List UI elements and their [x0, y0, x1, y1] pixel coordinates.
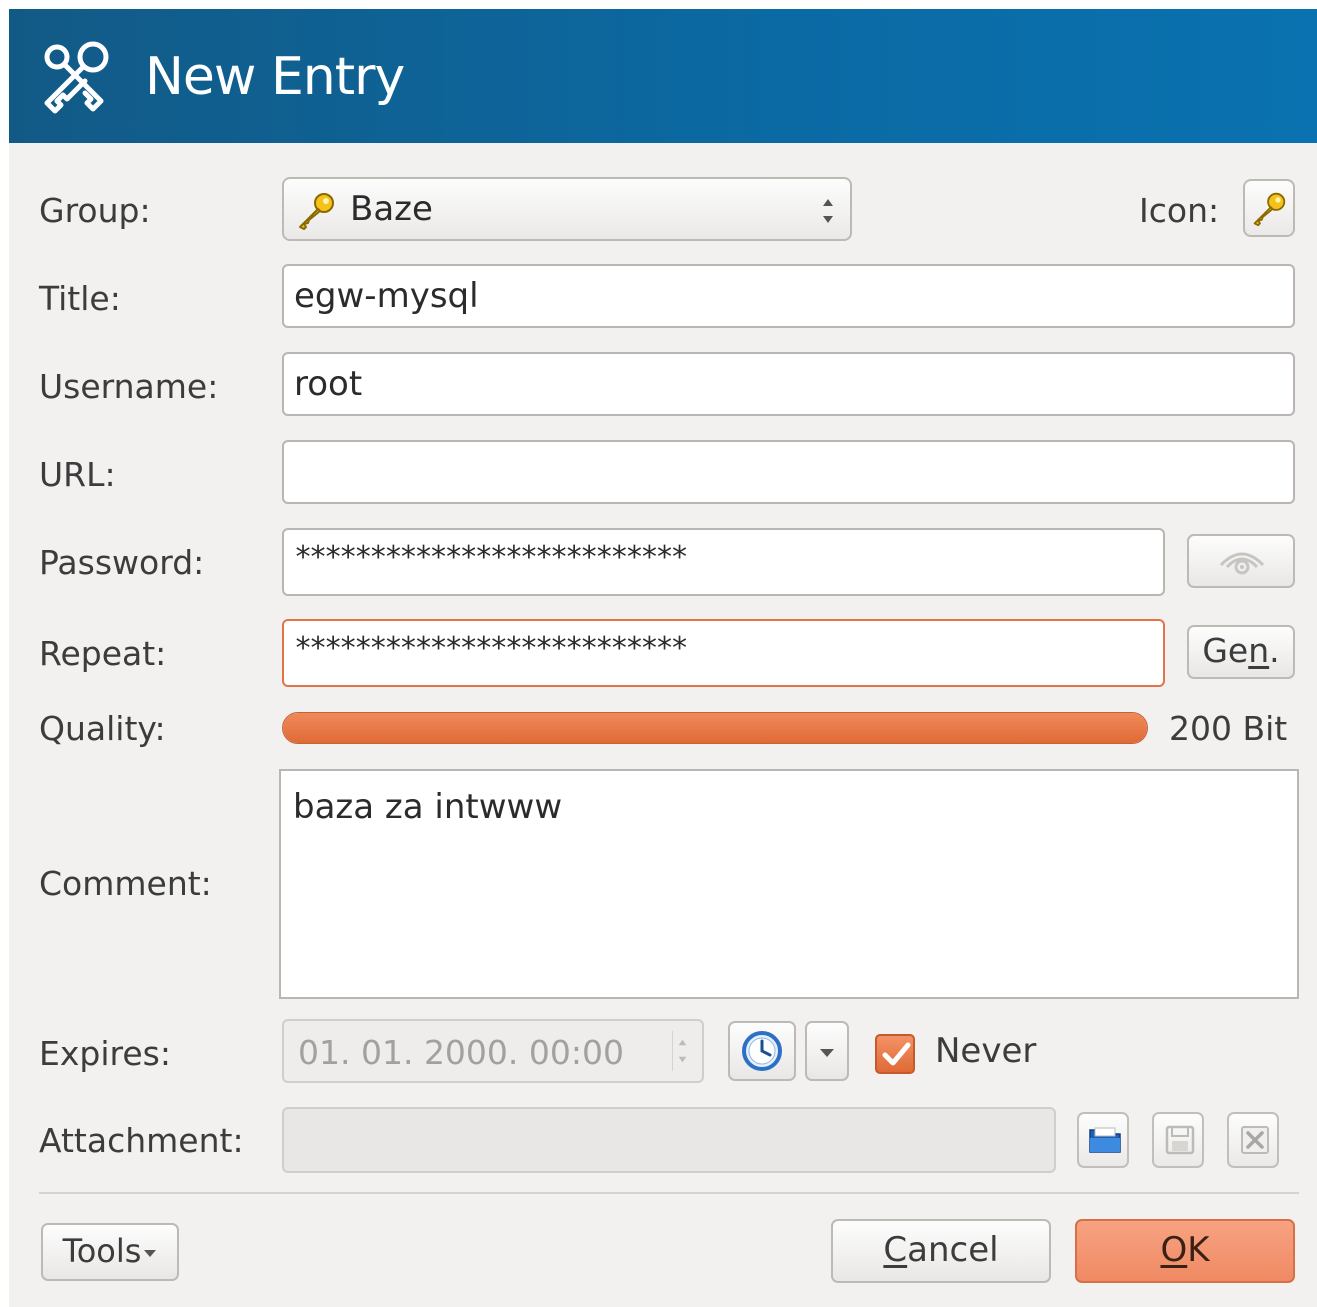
- ok-mnemonic: O: [1160, 1230, 1188, 1270]
- username-label: Username:: [39, 367, 219, 406]
- comment-textarea[interactable]: baza za intwww: [279, 769, 1299, 999]
- never-checkbox[interactable]: [875, 1034, 915, 1074]
- updown-arrows-icon: [823, 199, 833, 223]
- folder-open-icon: [1089, 1127, 1121, 1153]
- password-input[interactable]: **************************: [282, 528, 1165, 596]
- chevron-down-icon: [820, 1049, 834, 1057]
- expires-label: Expires:: [39, 1034, 171, 1073]
- spin-arrows-icon: [672, 1031, 687, 1071]
- quality-value: 200 Bit: [1169, 709, 1288, 748]
- save-attachment-button[interactable]: [1152, 1112, 1204, 1168]
- cancel-button[interactable]: Cancel: [831, 1219, 1051, 1283]
- new-entry-dialog: New Entry Group: Baze Icon: Title: egw-m…: [9, 9, 1317, 1307]
- comment-label: Comment:: [39, 864, 212, 903]
- clock-icon: [742, 1031, 782, 1071]
- open-attachment-button[interactable]: [1077, 1112, 1129, 1168]
- gen-label-mnemonic: n: [1248, 631, 1270, 670]
- preset-dropdown-button[interactable]: [805, 1021, 849, 1081]
- delete-icon: [1241, 1126, 1269, 1154]
- tools-button[interactable]: Tools: [41, 1223, 179, 1281]
- url-label: URL:: [39, 455, 116, 494]
- quality-label: Quality:: [39, 709, 166, 748]
- comment-value: baza za intwww: [293, 787, 563, 827]
- keys-icon: [44, 41, 109, 114]
- icon-label: Icon:: [1139, 191, 1220, 230]
- toggle-password-visibility-button[interactable]: [1187, 534, 1295, 588]
- key-icon: [1253, 192, 1286, 227]
- title-value: egw-mysql: [294, 276, 479, 316]
- chevron-down-icon: [144, 1250, 157, 1257]
- cancel-label: ancel: [907, 1230, 999, 1270]
- never-label[interactable]: Never: [935, 1031, 1036, 1071]
- url-input[interactable]: [282, 440, 1295, 504]
- calendar-button[interactable]: [728, 1021, 796, 1081]
- repeat-value: **************************: [294, 631, 689, 666]
- footer-separator: [39, 1192, 1299, 1194]
- save-icon: [1165, 1125, 1195, 1155]
- attachment-field: [282, 1107, 1056, 1173]
- generate-password-button[interactable]: Gen.: [1187, 625, 1295, 679]
- password-label: Password:: [39, 543, 205, 582]
- repeat-password-input[interactable]: **************************: [282, 619, 1165, 687]
- group-label: Group:: [39, 191, 151, 230]
- gen-label-prefix: Ge: [1202, 631, 1249, 670]
- password-value: **************************: [294, 540, 689, 575]
- cancel-mnemonic: C: [883, 1230, 908, 1270]
- dialog-header: New Entry: [9, 9, 1317, 143]
- ok-button[interactable]: OK: [1075, 1219, 1295, 1283]
- quality-bar-fill: [283, 713, 1147, 743]
- username-input[interactable]: root: [282, 352, 1295, 416]
- tools-label: Tools: [62, 1232, 142, 1270]
- title-input[interactable]: egw-mysql: [282, 264, 1295, 328]
- ok-label: K: [1187, 1230, 1210, 1270]
- eye-icon: [1219, 552, 1265, 575]
- checkmark-icon: [882, 1042, 911, 1066]
- expires-value: 01. 01. 2000. 00:00: [298, 1033, 625, 1072]
- title-label: Title:: [39, 279, 121, 318]
- gen-label-suffix: .: [1269, 631, 1280, 670]
- repeat-label: Repeat:: [39, 634, 167, 673]
- group-value: Baze: [350, 189, 433, 229]
- group-combobox[interactable]: Baze: [282, 177, 852, 241]
- expires-datetime-input: 01. 01. 2000. 00:00: [282, 1019, 704, 1083]
- delete-attachment-button[interactable]: [1227, 1112, 1279, 1168]
- quality-bar: [282, 712, 1148, 744]
- dialog-title: New Entry: [145, 47, 405, 107]
- key-icon: [299, 193, 334, 230]
- username-value: root: [294, 364, 363, 404]
- attachment-label: Attachment:: [39, 1121, 244, 1160]
- icon-picker-button[interactable]: [1243, 179, 1295, 237]
